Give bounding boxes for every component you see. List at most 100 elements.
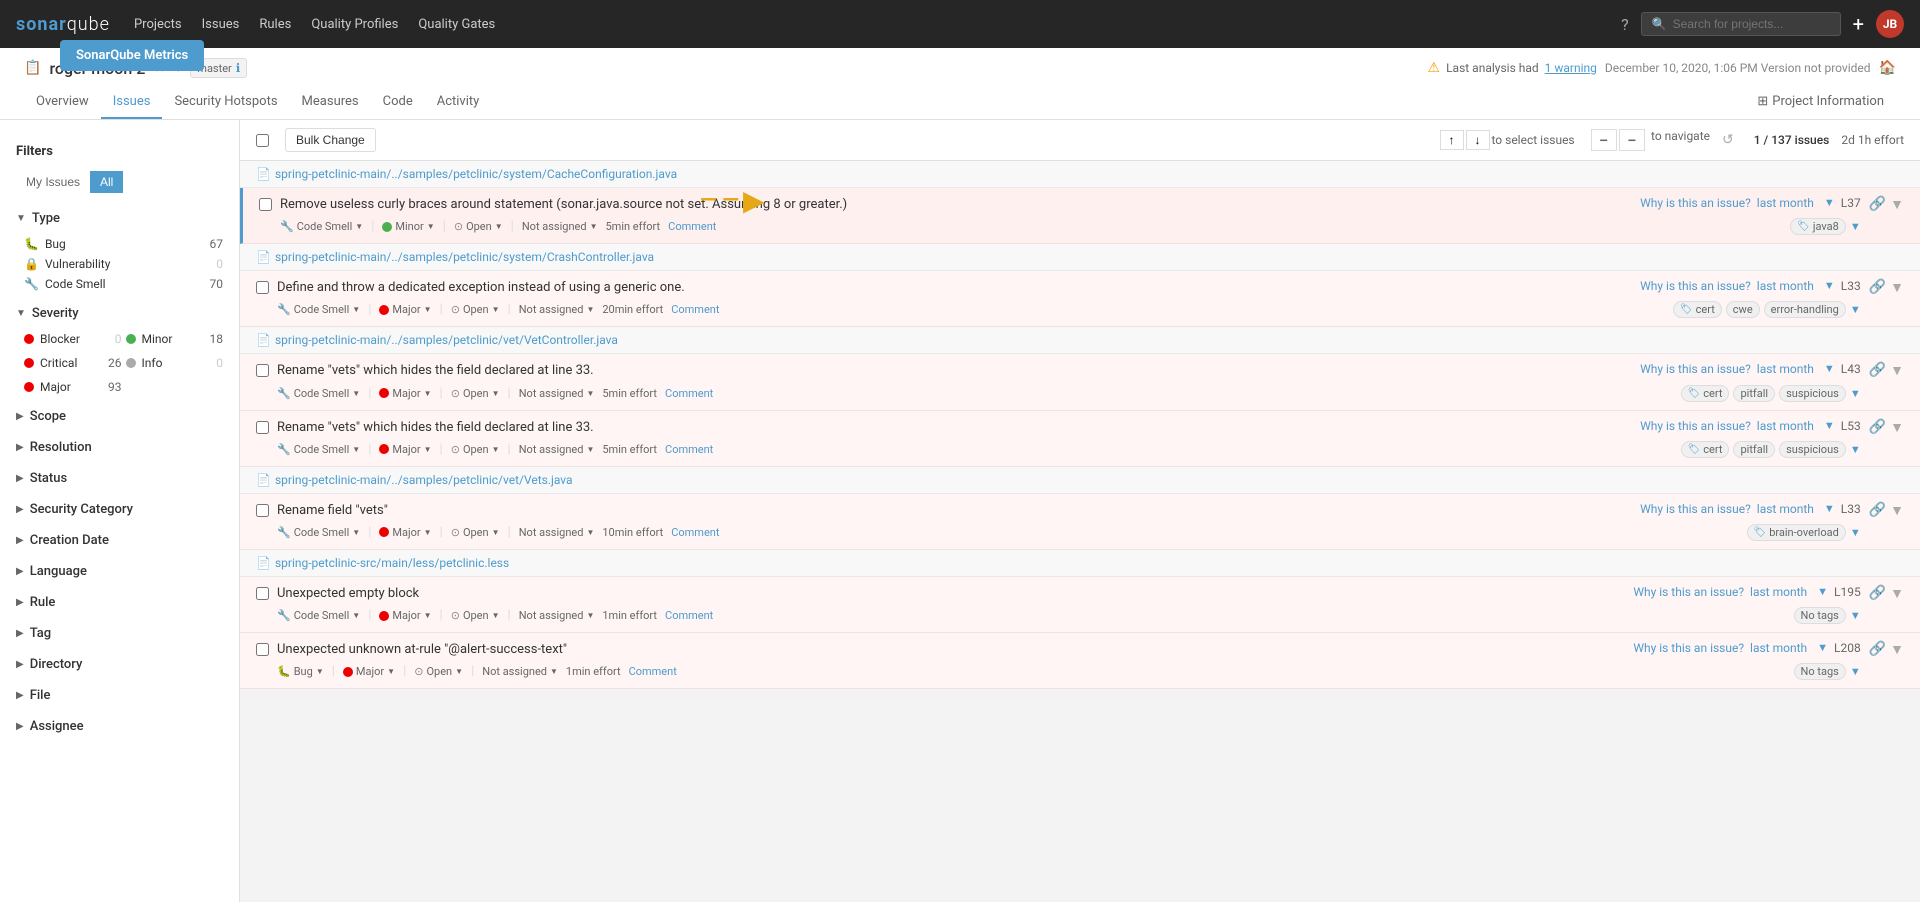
nav-rules[interactable]: Rules (259, 17, 291, 32)
link-icon-1[interactable]: 🔗 (1869, 196, 1886, 212)
user-avatar[interactable]: JB (1876, 10, 1904, 38)
select-all-checkbox[interactable] (256, 134, 269, 147)
issue-comment-2[interactable]: Comment (671, 303, 719, 316)
tag-3b-pitfall[interactable]: pitfall (1733, 441, 1775, 458)
issue-comment-3b[interactable]: Comment (665, 443, 713, 456)
issue-severity-5b[interactable]: Major ▼ (343, 665, 395, 678)
filter-major[interactable]: Major 93 (24, 377, 122, 397)
filter-info[interactable]: Info 0 (126, 353, 224, 373)
filter-bug[interactable]: 🐛 Bug 67 (24, 234, 223, 254)
nav-projects[interactable]: Projects (134, 17, 182, 32)
issue-why-5a[interactable]: Why is this an issue? (1633, 585, 1744, 599)
issue-assignee-4[interactable]: Not assigned ▼ (519, 526, 595, 539)
tab-activity[interactable]: Activity (425, 86, 492, 119)
tag-1-java8[interactable]: 🏷 java8 (1790, 218, 1846, 235)
link-icon-4[interactable]: 🔗 (1869, 502, 1886, 518)
tag-3b-cert[interactable]: 🏷cert (1681, 441, 1730, 458)
file-path-3[interactable]: spring-petclinic-main/../samples/petclin… (275, 333, 618, 347)
issue-severity-3b[interactable]: Major ▼ (379, 443, 431, 456)
tag-filter-1[interactable]: ▼ (1850, 220, 1861, 233)
project-info-link[interactable]: ⊞ Project Information (1745, 86, 1896, 119)
issue-assignee-1[interactable]: Not assigned ▼ (522, 220, 598, 233)
help-icon[interactable]: ? (1621, 15, 1629, 34)
file-path-4[interactable]: spring-petclinic-main/../samples/petclin… (275, 473, 573, 487)
issue-why-2[interactable]: Why is this an issue? (1640, 279, 1751, 293)
issue-checkbox-3b[interactable] (256, 421, 269, 434)
issue-why-4[interactable]: Why is this an issue? (1640, 502, 1751, 516)
issue-why-3b[interactable]: Why is this an issue? (1640, 419, 1751, 433)
tag-filter-5a[interactable]: ▼ (1850, 609, 1861, 622)
issue-assignee-3b[interactable]: Not assigned ▼ (519, 443, 595, 456)
tag-4-brain[interactable]: 🏷brain-overload (1747, 524, 1846, 541)
issue-assignee-2[interactable]: Not assigned ▼ (519, 303, 595, 316)
issue-row-2[interactable]: Define and throw a dedicated exception i… (240, 271, 1920, 327)
issue-checkbox-5a[interactable] (256, 587, 269, 600)
tag-2-cwe[interactable]: cwe (1726, 301, 1760, 318)
issue-why-5b[interactable]: Why is this an issue? (1633, 641, 1744, 655)
nav-up-button[interactable]: ↑ (1440, 130, 1464, 150)
issue-assignee-5a[interactable]: Not assigned ▼ (519, 609, 595, 622)
tag-filter-3b[interactable]: ▼ (1850, 443, 1861, 456)
issue-line-1[interactable]: ▼ (1824, 196, 1835, 209)
filter-rule-header[interactable]: ▶ Rule (0, 589, 239, 616)
tag-filter-5b[interactable]: ▼ (1850, 665, 1861, 678)
my-issues-button[interactable]: My Issues (16, 171, 90, 193)
filter-blocker[interactable]: Blocker 0 (24, 329, 122, 349)
issue-why-1[interactable]: Why is this an issue? (1640, 196, 1751, 210)
filter-directory-header[interactable]: ▶ Directory (0, 651, 239, 678)
issue-severity-5a[interactable]: Major ▼ (379, 609, 431, 622)
filter-icon-3b[interactable]: ▼ (1890, 419, 1904, 436)
link-icon-3a[interactable]: 🔗 (1869, 362, 1886, 378)
filter-status-header[interactable]: ▶ Status (0, 465, 239, 492)
filter-icon-3a[interactable]: ▼ (1890, 362, 1904, 379)
filter-creation-date-header[interactable]: ▶ Creation Date (0, 527, 239, 554)
issue-checkbox-4[interactable] (256, 504, 269, 517)
tag-3a-suspicious[interactable]: suspicious (1779, 385, 1846, 402)
issue-comment-5b[interactable]: Comment (629, 665, 677, 678)
issue-row-5a[interactable]: Unexpected empty block Why is this an is… (240, 577, 1920, 633)
dash-plus-button[interactable]: − (1619, 129, 1645, 151)
filter-icon-4[interactable]: ▼ (1890, 502, 1904, 519)
all-button[interactable]: All (90, 171, 123, 193)
issue-checkbox-2[interactable] (256, 281, 269, 294)
issue-type-3a[interactable]: 🔧 Code Smell ▼ (277, 387, 360, 400)
filter-security-category-header[interactable]: ▶ Security Category (0, 496, 239, 523)
issue-row-3a[interactable]: Rename "vets" which hides the field decl… (240, 354, 1920, 410)
issue-severity-4[interactable]: Major ▼ (379, 526, 431, 539)
filter-icon-1[interactable]: ▼ (1890, 196, 1904, 213)
issue-checkbox-5b[interactable] (256, 643, 269, 656)
link-icon-5b[interactable]: 🔗 (1869, 641, 1886, 657)
nav-quality-profiles[interactable]: Quality Profiles (311, 17, 398, 32)
file-path-5[interactable]: spring-petclinic-src/main/less/petclinic… (275, 556, 509, 570)
issue-type-5b[interactable]: 🐛 Bug ▼ (277, 665, 324, 678)
issue-comment-1[interactable]: Comment (668, 220, 716, 233)
issue-type-2[interactable]: 🔧 Code Smell ▼ (277, 303, 360, 316)
refresh-icon[interactable]: ↺ (1722, 132, 1734, 148)
filter-critical[interactable]: Critical 26 (24, 353, 122, 373)
filter-file-header[interactable]: ▶ File (0, 682, 239, 709)
filter-assignee-header[interactable]: ▶ Assignee (0, 713, 239, 740)
nav-issues[interactable]: Issues (202, 17, 240, 32)
tab-code[interactable]: Code (371, 86, 425, 119)
issue-type-4[interactable]: 🔧 Code Smell ▼ (277, 526, 360, 539)
tag-3b-suspicious[interactable]: suspicious (1779, 441, 1846, 458)
filter-severity-header[interactable]: ▼ Severity (0, 300, 239, 327)
filter-tag-header[interactable]: ▶ Tag (0, 620, 239, 647)
issue-row-3b[interactable]: Rename "vets" which hides the field decl… (240, 411, 1920, 467)
issue-status-3b[interactable]: ⊙ Open ▼ (451, 443, 500, 456)
issue-status-2[interactable]: ⊙ Open ▼ (451, 303, 500, 316)
issue-assignee-3a[interactable]: Not assigned ▼ (519, 387, 595, 400)
link-icon-3b[interactable]: 🔗 (1869, 419, 1886, 435)
issue-status-1[interactable]: ⊙ Open ▼ (454, 220, 503, 233)
search-input[interactable] (1673, 17, 1830, 31)
issue-type-3b[interactable]: 🔧 Code Smell ▼ (277, 443, 360, 456)
issue-type-1[interactable]: 🔧 Code Smell ▼ (280, 220, 363, 233)
sonarqube-metrics-badge[interactable]: SonarQube Metrics (60, 40, 204, 71)
tab-overview[interactable]: Overview (24, 86, 101, 119)
tab-security-hotspots[interactable]: Security Hotspots (162, 86, 289, 119)
issue-status-5b[interactable]: ⊙ Open ▼ (414, 665, 463, 678)
dash-minus-button[interactable]: − (1591, 129, 1617, 151)
tag-filter-2[interactable]: ▼ (1850, 303, 1861, 316)
issue-comment-3a[interactable]: Comment (665, 387, 713, 400)
filter-minor[interactable]: Minor 18 (126, 329, 224, 349)
